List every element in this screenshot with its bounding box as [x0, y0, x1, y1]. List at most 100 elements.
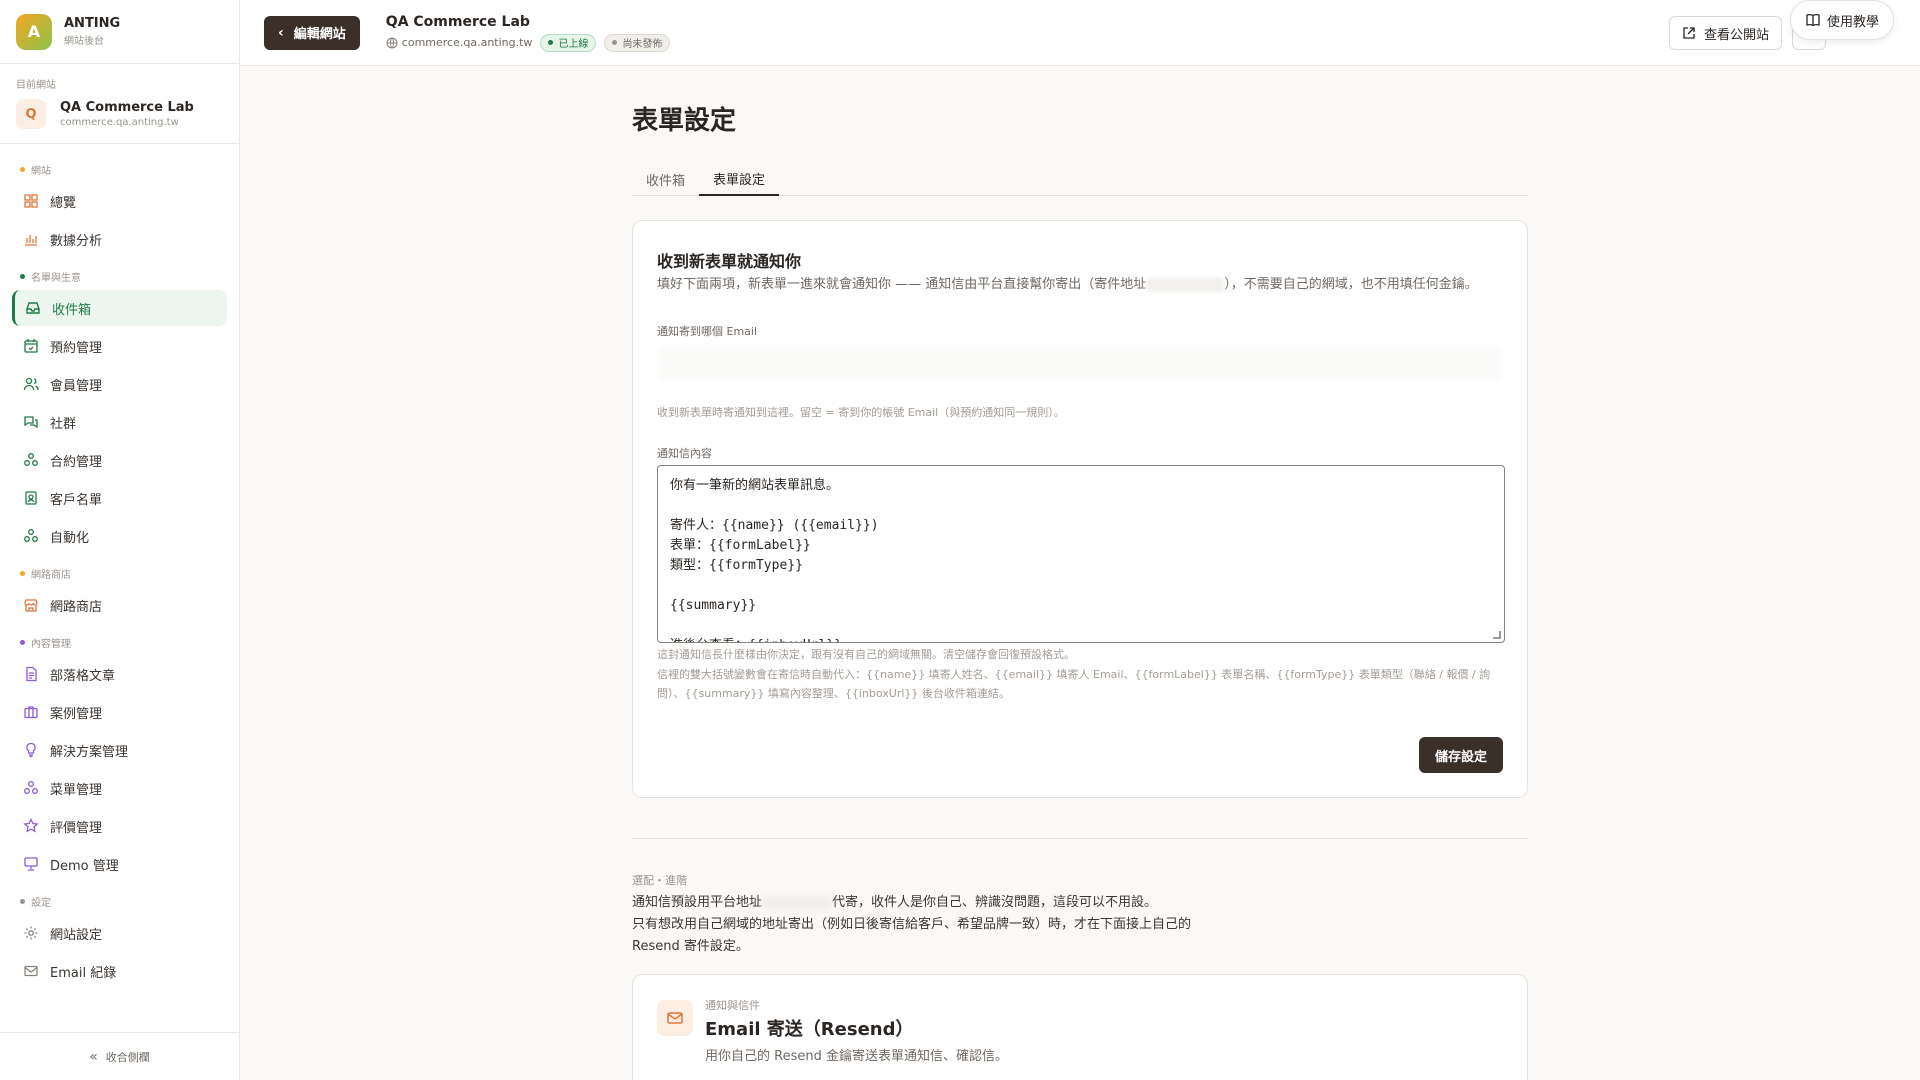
- email-field-label: 通知寄到哪個 Email: [657, 325, 758, 338]
- nav-section-crm: 名單與生意: [12, 259, 227, 290]
- inbox-icon: [24, 299, 42, 317]
- sidebar-item-email-log[interactable]: Email 紀錄: [12, 953, 227, 989]
- sidebar: A ANTING 網站後台 目前網站 Q QA Commerce Lab com…: [0, 0, 240, 1080]
- collapse-label: 收合側欄: [105, 1050, 150, 1064]
- gear-icon: [22, 924, 40, 942]
- sidebar-item-cases[interactable]: 案例管理: [12, 694, 227, 730]
- bar-chart-icon: [22, 230, 40, 248]
- sidebar-item-label: 收件箱: [52, 302, 92, 318]
- tab-inbox[interactable]: 收件箱: [632, 162, 699, 196]
- divider: [632, 838, 1528, 839]
- collapse-sidebar-button[interactable]: « 收合側欄: [0, 1032, 239, 1080]
- sidebar-item-customers[interactable]: 客戶名單: [12, 480, 227, 516]
- sidebar-item-shop[interactable]: 網路商店: [12, 587, 227, 623]
- mail-icon: [22, 962, 40, 980]
- resend-card-title: Email 寄送（Resend）: [705, 1019, 914, 1040]
- external-link-icon: [1683, 27, 1695, 39]
- sidebar-item-label: 預約管理: [50, 340, 103, 356]
- sidebar-item-label: 網站設定: [50, 927, 103, 943]
- briefcase-icon: [22, 703, 40, 721]
- sidebar-item-label: 會員管理: [50, 378, 103, 394]
- resend-card[interactable]: 通知與信件 Email 寄送（Resend） 用你自己的 Resend 金鑰寄送…: [632, 974, 1528, 1080]
- lightbulb-icon: [22, 741, 40, 759]
- sidebar-item-menus[interactable]: 菜單管理: [12, 770, 227, 806]
- chevrons-left-icon: «: [89, 1048, 98, 1065]
- sidebar-item-solutions[interactable]: 解決方案管理: [12, 732, 227, 768]
- nav-section-content: 內容管理: [12, 625, 227, 656]
- sidebar-item-site-settings[interactable]: 網站設定: [12, 915, 227, 951]
- presentation-icon: [22, 855, 40, 873]
- notification-body-textarea[interactable]: 你有一筆新的網站表單訊息。 寄件人：{{name}} ({{email}}) 表…: [657, 465, 1505, 643]
- sidebar-item-label: 部落格文章: [50, 668, 116, 684]
- store-icon: [22, 596, 40, 614]
- nodes-icon: [22, 779, 40, 797]
- sidebar-item-label: 總覽: [50, 195, 77, 211]
- brand[interactable]: A ANTING 網站後台: [0, 0, 239, 64]
- users-icon: [22, 375, 40, 393]
- site-avatar: Q: [16, 99, 46, 129]
- sidebar-item-label: 社群: [50, 416, 77, 432]
- advanced-text: 通知信預設用平台地址 代寄，收件人是你自己、辨識沒問題，這段可以不用設。 只有想改…: [632, 895, 1192, 954]
- sidebar-nav: 網站 總覽 數據分析 名單與生意 收件箱 預約管理 會員管理 社群 合約管理 客…: [0, 144, 239, 989]
- save-settings-button[interactable]: 儲存設定: [1418, 737, 1503, 773]
- star-icon: [22, 817, 40, 835]
- chevron-left-icon: ‹: [278, 24, 284, 41]
- email-field[interactable]: [657, 345, 1503, 381]
- sidebar-item-overview[interactable]: 總覽: [12, 183, 227, 219]
- site-domain-link[interactable]: commerce.qa.anting.tw: [402, 36, 533, 49]
- nodes-icon: [22, 527, 40, 545]
- sidebar-item-members[interactable]: 會員管理: [12, 366, 227, 402]
- brand-logo: A: [16, 13, 52, 50]
- site-name: QA Commerce Lab: [60, 100, 194, 115]
- nav-section-site: 網站: [12, 152, 227, 183]
- site-header: QA Commerce Lab commerce.qa.anting.tw 已上…: [386, 14, 671, 52]
- sidebar-item-community[interactable]: 社群: [12, 404, 227, 440]
- mail-icon: [657, 1000, 693, 1036]
- sidebar-item-label: 評價管理: [50, 820, 103, 836]
- edit-site-back-button[interactable]: ‹ 編輯網站: [264, 15, 360, 50]
- nodes-icon: [22, 451, 40, 469]
- sidebar-item-reviews[interactable]: 評價管理: [12, 808, 227, 844]
- resize-handle[interactable]: [1493, 631, 1501, 639]
- nav-section-shop: 網路商店: [12, 556, 227, 587]
- sidebar-item-demo[interactable]: Demo 管理: [12, 846, 227, 882]
- topbar: ‹ 編輯網站 QA Commerce Lab commerce.qa.antin…: [240, 0, 1920, 66]
- advanced-label: 選配・進階: [632, 874, 687, 887]
- redacted-address: [1146, 277, 1225, 292]
- status-badge-draft: 尚未發佈: [604, 33, 671, 52]
- grid-icon: [22, 192, 40, 210]
- brand-name: ANTING: [64, 16, 121, 31]
- view-public-site-button[interactable]: 查看公開站: [1668, 16, 1782, 50]
- sidebar-item-contracts[interactable]: 合約管理: [12, 442, 227, 478]
- sidebar-item-label: 客戶名單: [50, 492, 103, 508]
- notify-card-desc: 填好下面兩項，新表單一進來就會通知你 —— 通知信由平台直接幫你寄出（寄件地址）…: [657, 277, 1478, 292]
- sidebar-item-label: 自動化: [50, 530, 90, 546]
- resend-card-label: 通知與信件: [705, 999, 760, 1012]
- sidebar-item-blog[interactable]: 部落格文章: [12, 656, 227, 692]
- nav-section-settings: 設定: [12, 884, 227, 915]
- sidebar-item-label: 網路商店: [50, 599, 103, 615]
- sidebar-item-analytics[interactable]: 數據分析: [12, 221, 227, 257]
- site-title: QA Commerce Lab: [385, 13, 530, 30]
- redacted-address: [762, 895, 833, 910]
- sidebar-item-booking[interactable]: 預約管理: [12, 328, 227, 364]
- sidebar-item-label: 數據分析: [50, 233, 103, 249]
- site-domain: commerce.qa.anting.tw: [60, 117, 179, 128]
- tabs: 收件箱 表單設定: [632, 162, 1528, 196]
- calendar-icon: [22, 337, 40, 355]
- sidebar-item-label: Email 紀錄: [50, 965, 117, 981]
- tab-form-settings[interactable]: 表單設定: [699, 162, 780, 196]
- sidebar-item-label: 合約管理: [50, 454, 103, 470]
- sidebar-item-automation[interactable]: 自動化: [12, 518, 227, 554]
- body-field-label: 通知信內容: [657, 447, 712, 460]
- body-field-hint-2: 信裡的雙大括號變數會在寄信時自動代入：{{name}} 填寄人姓名、{{emai…: [657, 668, 1491, 700]
- body-field-hint-1: 這封通知信長什麼樣由你決定，跟有沒有自己的網域無關。清空儲存會回復預設格式。: [657, 648, 1075, 661]
- current-site[interactable]: 目前網站 Q QA Commerce Lab commerce.qa.antin…: [0, 64, 239, 144]
- sidebar-item-inbox[interactable]: 收件箱: [12, 290, 227, 326]
- current-site-label: 目前網站: [16, 80, 56, 91]
- sidebar-item-label: 案例管理: [50, 706, 103, 722]
- tutorial-button[interactable]: 使用教學: [1789, 0, 1894, 40]
- brand-subtitle: 網站後台: [64, 36, 104, 47]
- contact-card-icon: [22, 489, 40, 507]
- chat-icon: [22, 413, 40, 431]
